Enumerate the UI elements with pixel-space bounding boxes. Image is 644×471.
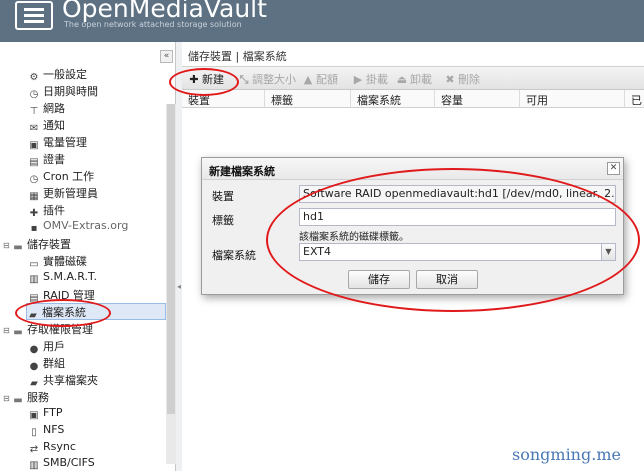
collapse-toggle-icon[interactable]: ⊟	[3, 241, 12, 250]
sidebar-item-notification[interactable]: ✉ 通知	[28, 117, 65, 134]
annotation-circle-add	[169, 68, 239, 96]
app-subtitle: The open network attached storage soluti…	[64, 20, 242, 29]
grid-header: 裝置 標籤 檔案系統 容量 可用 已	[182, 90, 644, 108]
sidebar-item-physical-disks[interactable]: ▭ 實體磁碟	[28, 253, 87, 270]
rsync-icon: ⇄	[29, 444, 39, 455]
sidebar-item-power[interactable]: ▣ 電量管理	[28, 134, 87, 151]
access-icon: ▬	[13, 327, 23, 338]
sidebar-item-ftp[interactable]: ▣ FTP	[28, 406, 62, 422]
ftp-icon: ▣	[29, 410, 39, 421]
sidebar-item-datetime[interactable]: ◷ 日期與時間	[28, 83, 98, 100]
play-icon: ▶	[353, 73, 363, 86]
label-label: 標籤	[212, 214, 234, 227]
breadcrumb: 儲存裝置 | 檔案系統	[188, 50, 287, 63]
device-label: 裝置	[212, 190, 234, 203]
smb-icon: ▥	[29, 460, 39, 471]
delete-button[interactable]: ✖ 刪除	[444, 71, 480, 87]
sidebar-item-network[interactable]: ⊤ 網路	[28, 100, 65, 117]
eject-icon: ⏏	[396, 73, 408, 86]
dialog-title: 新建檔案系統	[209, 165, 275, 178]
unmount-button[interactable]: ⏏ 卸載	[396, 71, 432, 87]
annotation-circle-filesystems	[15, 299, 111, 327]
sidebar-group-services[interactable]: ⊟ ▬ 服務	[3, 389, 49, 406]
quota-icon: ▲	[303, 73, 313, 86]
sidebar-item-omv-extras[interactable]: ▪ OMV-Extras.org	[28, 219, 129, 235]
menu-logo-icon[interactable]	[15, 1, 53, 30]
sidebar-item-certificates[interactable]: ▤ 證書	[28, 151, 65, 168]
collapse-toggle-icon[interactable]: ⊟	[3, 326, 12, 335]
close-icon[interactable]: ✕	[607, 162, 620, 175]
sidebar-item-smb[interactable]: ▥ SMB/CIFS	[28, 456, 95, 471]
sidebar-item-general[interactable]: ⚙ 一般設定	[28, 66, 87, 83]
scrollbar-thumb[interactable]	[167, 104, 175, 414]
sidebar-nav: « ⚙ 一般設定 ◷ 日期與時間 ⊤ 網路 ✉ 通知 ▣ 電量管理 ▤ 證書 ◷ Cron 工…	[0, 42, 176, 471]
watermark: songming.me	[512, 445, 621, 464]
resize-button[interactable]: ⤡ 調整大小	[238, 71, 296, 87]
sidebar-group-storage[interactable]: ⊟ ▬ 儲存裝置	[3, 236, 71, 253]
column-used[interactable]: 已	[631, 92, 642, 108]
sidebar-item-plugins[interactable]: ✚ 插件	[28, 202, 65, 219]
app-header: OpenMediaVault The open network attached…	[0, 0, 644, 42]
filesystem-label: 檔案系統	[212, 249, 256, 262]
services-icon: ▬	[13, 395, 23, 406]
column-capacity[interactable]: 容量	[441, 92, 463, 108]
resize-icon: ⤡	[239, 73, 249, 86]
quota-button[interactable]: ▲ 配額	[302, 71, 338, 87]
toolbar: ✚ 新建 ⤡ 調整大小 ▲ 配額 ▶ 掛載 ⏏ 卸載 ✖ 刪除	[182, 66, 644, 90]
collapse-sidebar-icon[interactable]: «	[160, 50, 173, 63]
annotation-circle-form	[266, 168, 640, 312]
sidebar-item-users[interactable]: ● 用戶	[28, 338, 65, 355]
sidebar-item-updates[interactable]: ▦ 更新管理員	[28, 185, 98, 202]
sidebar-item-shared-folders[interactable]: ▰ 共享檔案夾	[28, 372, 98, 389]
sidebar-item-rsync[interactable]: ⇄ Rsync	[28, 440, 76, 456]
extras-icon: ▪	[30, 223, 38, 234]
sidebar-scrollbar[interactable]	[166, 104, 176, 464]
delete-icon: ✖	[445, 73, 455, 86]
sidebar-item-groups[interactable]: ● 群組	[28, 355, 65, 372]
storage-icon: ▬	[13, 242, 23, 253]
nfs-icon: ▯	[31, 427, 37, 438]
sidebar-item-smart[interactable]: ▥ S.M.A.R.T.	[28, 270, 97, 286]
smart-icon: ▥	[29, 274, 39, 285]
column-label[interactable]: 標籤	[271, 92, 293, 108]
column-filesystem[interactable]: 檔案系統	[357, 92, 401, 108]
sidebar-item-cron[interactable]: ◷ Cron 工作	[28, 168, 95, 185]
mount-button[interactable]: ▶ 掛載	[352, 71, 388, 87]
collapse-toggle-icon[interactable]: ⊟	[3, 394, 12, 403]
column-available[interactable]: 可用	[526, 92, 548, 108]
sidebar-item-nfs[interactable]: ▯ NFS	[28, 423, 64, 439]
